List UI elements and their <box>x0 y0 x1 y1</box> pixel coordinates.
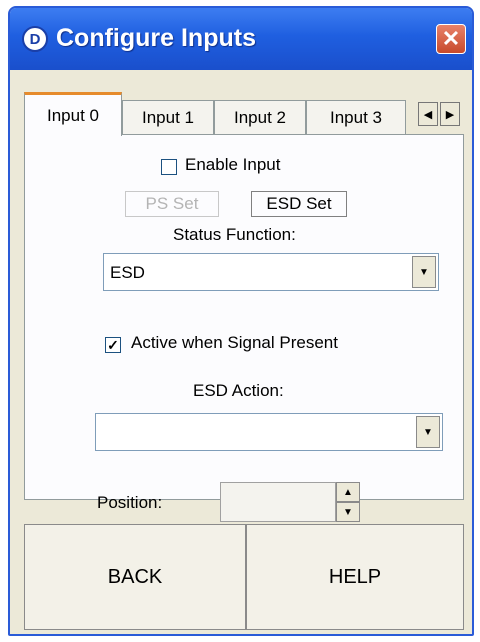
app-icon: D <box>22 26 48 52</box>
tab-scroll-right-icon[interactable]: ▶ <box>440 102 460 126</box>
chevron-down-icon[interactable]: ▼ <box>416 416 440 448</box>
enable-input-checkbox[interactable] <box>161 159 177 175</box>
position-label: Position: <box>97 493 163 512</box>
position-field[interactable] <box>220 482 336 522</box>
tab-scroll-left-icon[interactable]: ◀ <box>418 102 438 126</box>
window-title: Configure Inputs <box>56 24 256 52</box>
tab-input-1[interactable]: Input 1 <box>122 100 214 134</box>
back-button[interactable]: BACK <box>24 524 246 630</box>
close-button[interactable]: ✕ <box>436 24 466 54</box>
enable-input-label: Enable Input <box>185 155 281 174</box>
input-config-panel: Enable Input PS Set ESD Set Status Funct… <box>24 134 464 512</box>
esd-action-select[interactable]: ▼ <box>95 413 443 451</box>
active-when-signal-label: Active when Signal Present <box>131 333 338 352</box>
help-button[interactable]: HELP <box>246 524 464 630</box>
tab-input-2[interactable]: Input 2 <box>214 100 306 134</box>
tab-input-3[interactable]: Input 3 <box>306 100 406 134</box>
status-function-label: Status Function: <box>173 225 296 244</box>
spin-down-icon[interactable]: ▼ <box>336 502 360 522</box>
esd-set-button[interactable]: ESD Set <box>251 191 347 217</box>
status-function-select[interactable]: ESD ▼ <box>103 253 439 291</box>
ps-set-button[interactable]: PS Set <box>125 191 219 217</box>
active-when-signal-checkbox[interactable]: ✓ <box>105 337 121 353</box>
title-bar[interactable]: D Configure Inputs ✕ <box>10 8 472 70</box>
tab-input-0[interactable]: Input 0 <box>24 92 122 136</box>
spin-up-icon[interactable]: ▲ <box>336 482 360 502</box>
configure-inputs-window: D Configure Inputs ✕ Input 0 Input 1 Inp… <box>8 6 474 636</box>
status-function-value: ESD <box>110 263 145 282</box>
input-tabs: Input 0 Input 1 Input 2 Input 3 ◀ ▶ <box>24 92 464 136</box>
chevron-down-icon[interactable]: ▼ <box>412 256 436 288</box>
esd-action-label: ESD Action: <box>193 381 284 400</box>
